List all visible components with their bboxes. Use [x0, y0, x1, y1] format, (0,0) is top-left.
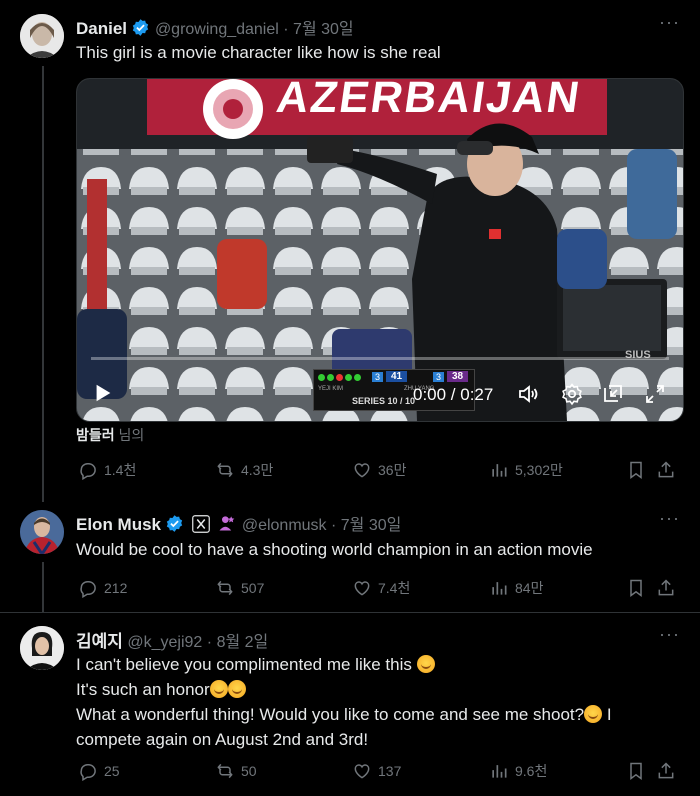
tweet-text: This girl is a movie character like how …	[76, 43, 441, 62]
views-count: 9.6천	[515, 763, 548, 779]
post-date[interactable]: 7월 30일	[341, 517, 402, 534]
bookmark-icon[interactable]	[626, 578, 646, 598]
x-badge-icon[interactable]	[192, 515, 210, 533]
bookmark-icon[interactable]	[626, 761, 646, 781]
more-icon[interactable]: ···	[659, 12, 680, 33]
post-date[interactable]: 7월 30일	[293, 21, 354, 38]
repost-button[interactable]: 50	[215, 761, 257, 781]
reply-count: 212	[104, 580, 128, 596]
pip-icon[interactable]	[601, 382, 625, 406]
like-icon	[354, 764, 370, 779]
reply-icon	[80, 463, 96, 480]
author-handle[interactable]: @elonmusk	[242, 517, 327, 534]
verified-icon	[167, 515, 183, 532]
left-score: 41	[386, 371, 408, 382]
repost-button[interactable]: 507	[215, 578, 264, 598]
affiliate-icon[interactable]	[217, 513, 237, 533]
avatar[interactable]	[20, 14, 64, 58]
reply-button[interactable]: 25	[78, 761, 120, 781]
video-time: 0:00 / 0:27	[413, 385, 494, 404]
avatar[interactable]	[20, 626, 64, 670]
reply-icon	[80, 764, 96, 781]
video-player[interactable]: AZERBAIJAN 3 41 3 38 YEJI KIM ZHU YANG S…	[76, 78, 684, 422]
reply-count: 25	[104, 763, 120, 779]
like-button[interactable]: 137	[352, 761, 401, 781]
author-handle[interactable]: @k_yeji92	[127, 634, 202, 651]
author-name[interactable]: 김예지	[76, 632, 123, 651]
repost-icon	[217, 763, 233, 779]
video-credit-name[interactable]: 밤들러	[76, 427, 115, 443]
right-rank: 3	[433, 372, 445, 382]
repost-count: 4.3만	[241, 462, 274, 478]
bookmark-icon[interactable]	[626, 460, 646, 480]
thread-connector	[42, 66, 44, 502]
verified-icon	[133, 19, 149, 36]
fullscreen-icon[interactable]	[643, 382, 667, 406]
share-icon[interactable]	[656, 460, 676, 480]
divider	[0, 612, 700, 613]
views-button[interactable]: 84만	[489, 578, 543, 598]
play-icon[interactable]	[92, 382, 114, 404]
repost-count: 50	[241, 763, 257, 779]
like-count: 36만	[378, 462, 407, 478]
views-icon	[492, 582, 507, 595]
tweet-text: Would be cool to have a shooting world c…	[76, 540, 593, 559]
progress-bar[interactable]	[91, 357, 669, 360]
views-icon	[492, 464, 507, 477]
volume-icon[interactable]	[517, 382, 541, 406]
more-icon[interactable]: ···	[659, 508, 680, 529]
repost-icon	[217, 580, 233, 596]
reply-line-5: compete again on August 2nd and 3rd!	[76, 730, 369, 749]
right-score: 38	[447, 371, 469, 382]
author-name[interactable]: Daniel	[76, 19, 127, 38]
blushing-emoji-icon	[209, 680, 228, 698]
author-handle[interactable]: @growing_daniel	[155, 21, 279, 38]
reply-icon	[80, 581, 96, 598]
winking-emoji-icon	[584, 705, 603, 723]
author-name[interactable]: Elon Musk	[76, 515, 161, 534]
more-icon[interactable]: ···	[659, 624, 680, 645]
reply-line-1: I can't believe you complimented me like…	[76, 655, 412, 674]
views-button[interactable]: 5,302만	[489, 460, 563, 480]
thread-connector	[42, 562, 44, 612]
like-button[interactable]: 36만	[352, 460, 406, 480]
like-count: 137	[378, 763, 402, 779]
repost-button[interactable]: 4.3만	[215, 460, 273, 480]
repost-icon	[217, 462, 233, 478]
action-bar: 212 507 7.4천 84만	[78, 578, 678, 602]
action-bar: 1.4천 4.3만 36만 5,302만	[78, 460, 678, 484]
separator: ·	[206, 634, 213, 651]
left-rank: 3	[372, 372, 384, 382]
video-credit-suffix: 님의	[114, 427, 145, 443]
reply-button[interactable]: 212	[78, 578, 127, 598]
views-button[interactable]: 9.6천	[489, 761, 547, 781]
share-icon[interactable]	[656, 761, 676, 781]
action-bar: 25 50 137 9.6천	[78, 761, 678, 785]
shot-dots	[318, 374, 361, 381]
reply-line-2: It's such an honor	[76, 680, 210, 699]
separator: ·	[331, 517, 337, 534]
avatar[interactable]	[20, 510, 64, 554]
reply-line-4: I	[606, 705, 612, 724]
reply-line-3: What a wonderful thing! Would you like t…	[76, 705, 585, 724]
left-name: YEJI KIM	[318, 386, 344, 392]
series-label: SERIES 10 / 10	[352, 396, 416, 406]
like-icon	[354, 581, 370, 596]
smiling-emoji-icon	[416, 655, 435, 673]
views-count: 84만	[515, 580, 544, 596]
blushing-emoji-icon	[227, 680, 246, 698]
tweet-text: I can't believe you complimented me like…	[76, 652, 676, 752]
like-button[interactable]: 7.4천	[352, 578, 410, 598]
settings-icon[interactable]	[560, 382, 584, 406]
reply-button[interactable]: 1.4천	[78, 460, 136, 480]
like-icon	[354, 463, 370, 478]
repost-count: 507	[241, 580, 265, 596]
views-icon	[492, 765, 507, 778]
views-count: 5,302만	[515, 462, 563, 478]
reply-count: 1.4천	[104, 462, 137, 478]
like-count: 7.4천	[378, 580, 411, 596]
separator: ·	[283, 21, 289, 38]
post-date[interactable]: 8월 2일	[217, 634, 269, 651]
share-icon[interactable]	[656, 578, 676, 598]
